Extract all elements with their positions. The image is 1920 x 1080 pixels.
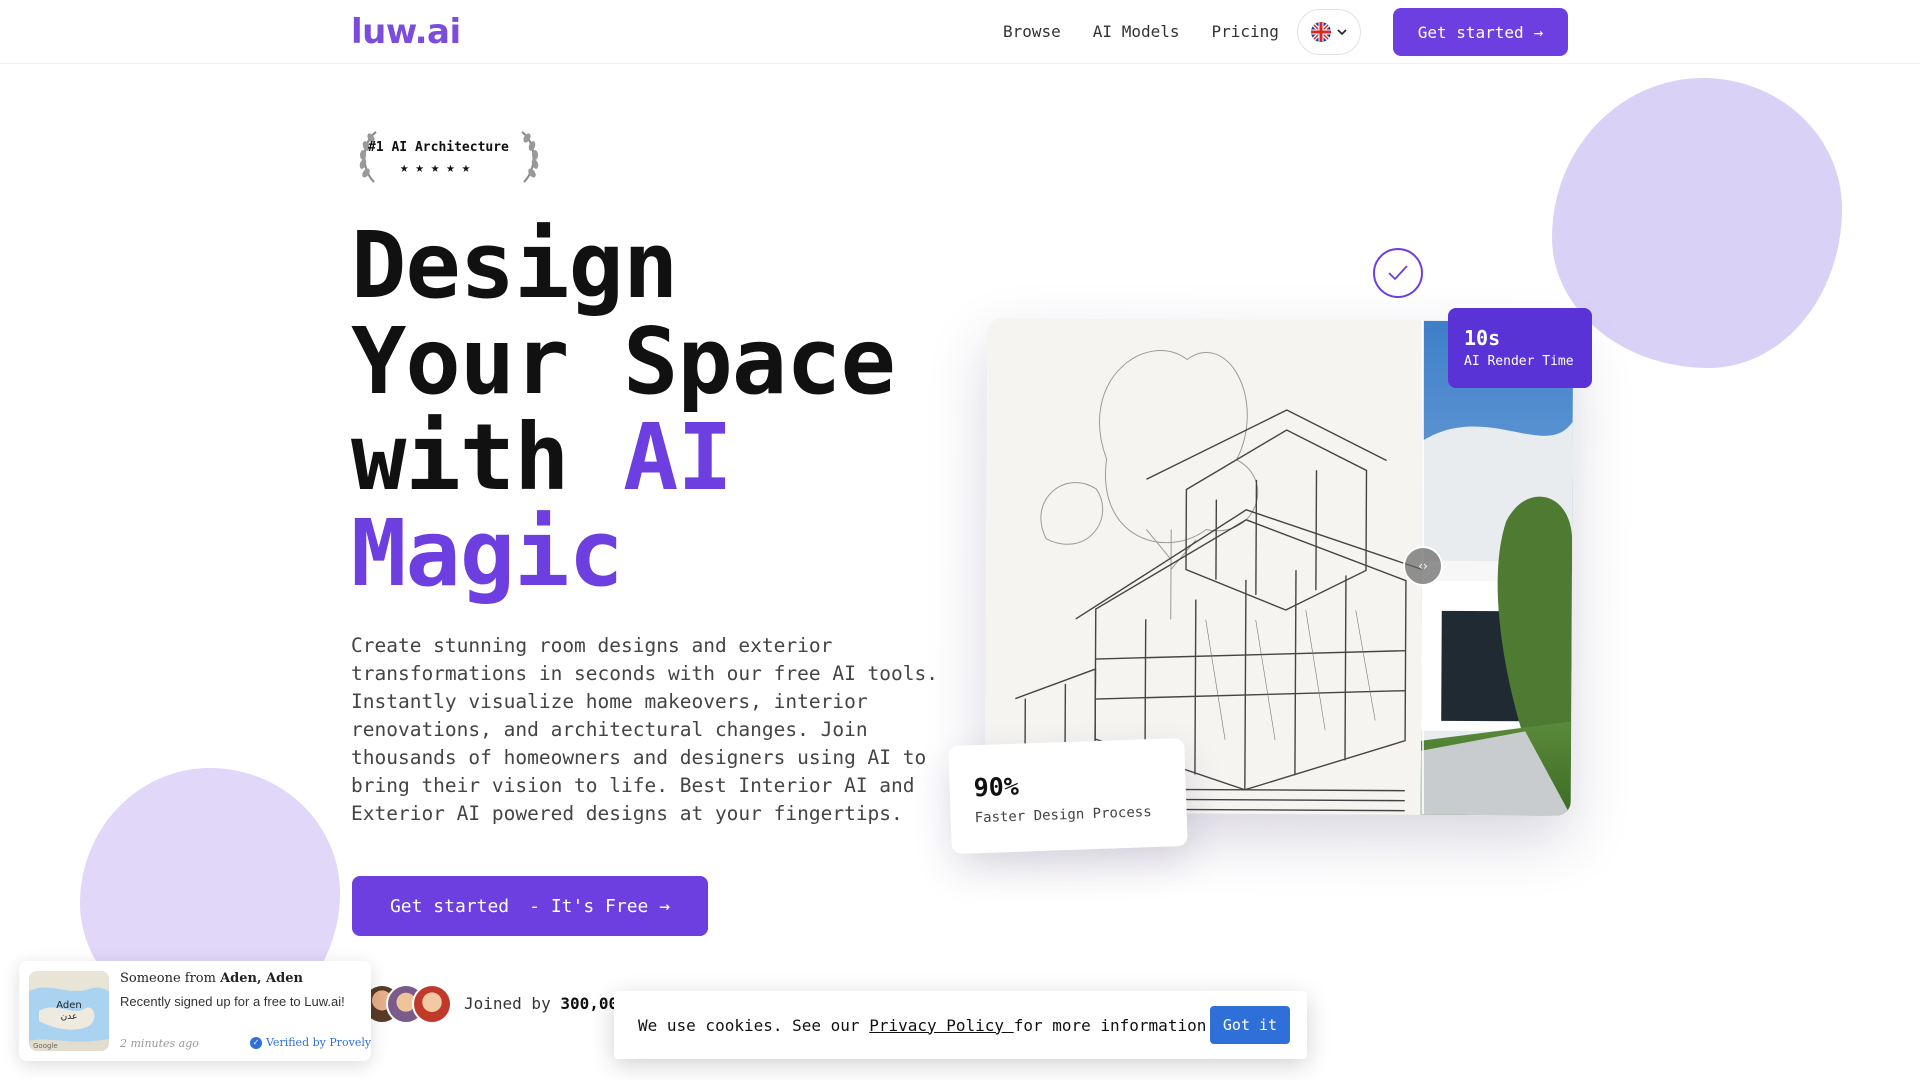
decorative-blob-right (1552, 78, 1842, 368)
render-time-value: 10s (1464, 326, 1501, 350)
award-badge: #1 AI Architecture ★★★★★ (356, 126, 542, 188)
map-brand: Google (33, 1042, 58, 1050)
laurel-left-icon (359, 131, 377, 183)
render-time-label: AI Render Time (1464, 354, 1574, 369)
arrow-right-icon: → (659, 895, 671, 917)
user-avatars (362, 984, 452, 1024)
uk-flag-icon (1311, 22, 1331, 42)
header-get-started-button[interactable]: Get started → (1393, 8, 1568, 56)
arrow-right-icon: → (1533, 22, 1544, 42)
faster-design-stat: 90% Faster Design Process (948, 737, 1188, 855)
privacy-policy-link[interactable]: Privacy Policy (869, 1016, 1014, 1035)
faster-design-value: 90% (973, 771, 1020, 803)
hero-headline: Design Your Space with AI Magic (351, 212, 896, 607)
hero-description: Create stunning room designs and exterio… (351, 634, 938, 825)
cookie-text: We use cookies. See our Privacy Policy f… (638, 1015, 1216, 1035)
notification-message: Recently signed up for a free to Luw.ai! (120, 994, 345, 1009)
notification-title: Someone from Aden, Aden (120, 971, 303, 986)
chevron-down-icon (1337, 26, 1347, 38)
badge-stars: ★★★★★ (400, 160, 478, 176)
compare-slider-handle[interactable]: ‹› (1403, 546, 1443, 586)
cta-main-label: Get started (389, 895, 510, 917)
main-nav: Browse AI Models Pricing (1003, 22, 1279, 41)
map-label-arabic: عدن (61, 1012, 78, 1022)
badge-title: #1 AI Architecture (368, 140, 509, 155)
check-icon (1373, 248, 1423, 298)
nav-browse[interactable]: Browse (1003, 22, 1061, 41)
headline-line-3: with AI (351, 410, 895, 506)
notification-time: 2 minutes ago (120, 1037, 199, 1050)
hero-get-started-button[interactable]: Get started - It's Free → (352, 876, 708, 936)
joined-count-text: Joined by 300,000 (464, 994, 628, 1013)
headline-with: with (351, 404, 623, 511)
cookie-banner: We use cookies. See our Privacy Policy f… (614, 991, 1307, 1059)
verified-badge[interactable]: ✓ Verified by Provely (250, 1036, 371, 1049)
headline-line-1: Design (351, 212, 678, 319)
map-thumbnail: Aden عدن Google (29, 971, 109, 1051)
logo[interactable]: luw.ai (351, 12, 461, 52)
verified-check-icon: ✓ (250, 1036, 262, 1049)
headline-ai: AI (622, 404, 733, 511)
cookie-accept-button[interactable]: Got it (1210, 1006, 1290, 1044)
language-selector[interactable] (1297, 9, 1361, 55)
site-header: luw.ai Browse AI Models Pricing Get star… (0, 0, 1920, 64)
headline-line-4: Magic (351, 500, 624, 607)
avatar (412, 984, 452, 1024)
headline-line-2: Your Space (351, 308, 896, 415)
render-time-stat: 10s AI Render Time (1448, 308, 1592, 388)
nav-ai-models[interactable]: AI Models (1093, 22, 1180, 41)
nav-pricing[interactable]: Pricing (1212, 22, 1279, 41)
verified-label: Verified by Provely (266, 1036, 372, 1049)
cta-sub-label: - It's Free → (529, 895, 671, 917)
signup-notification[interactable]: Aden عدن Google Someone from Aden, Aden … (19, 961, 371, 1061)
faster-design-label: Faster Design Process (974, 804, 1152, 827)
header-cta-label: Get started (1417, 22, 1524, 42)
laurel-right-icon (521, 131, 539, 183)
map-label: Aden (56, 1000, 82, 1011)
notification-location: Aden, Aden (220, 971, 303, 986)
arrows-horizontal-icon: ‹› (1418, 559, 1428, 573)
